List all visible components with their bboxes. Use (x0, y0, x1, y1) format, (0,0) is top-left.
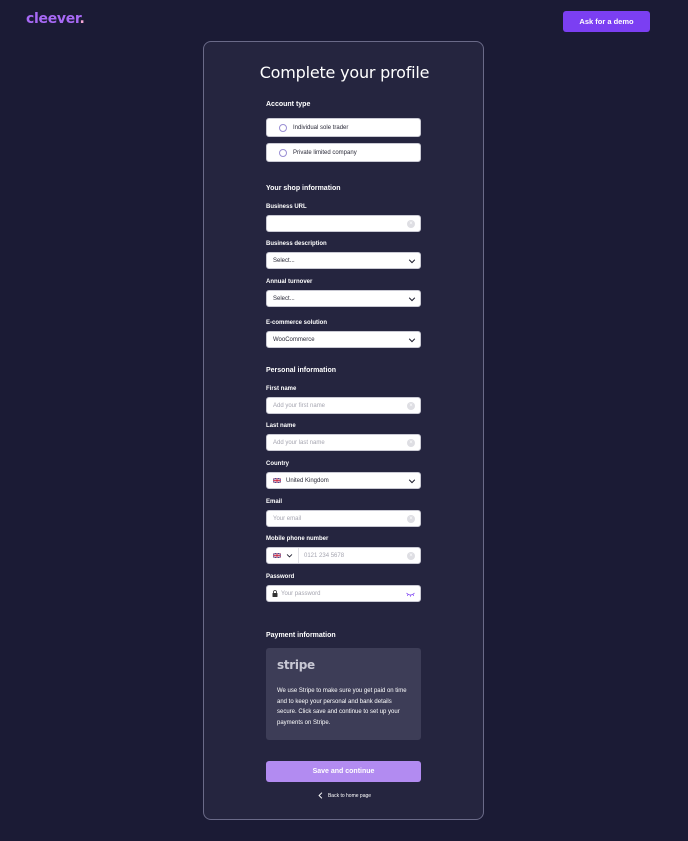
password-placeholder: Your password (281, 590, 321, 597)
radio-label: Private limited company (293, 149, 357, 156)
first-name-input[interactable]: Add your first name × (266, 397, 421, 414)
ask-for-demo-button[interactable]: Ask for a demo (563, 11, 650, 32)
clear-icon[interactable]: × (407, 220, 415, 228)
lock-icon (272, 590, 278, 597)
save-and-continue-button[interactable]: Save and continue (266, 761, 421, 782)
chevron-down-icon (408, 259, 416, 264)
profile-card: Complete your profile Account type Indiv… (203, 41, 484, 820)
country-value: United Kingdom (286, 477, 329, 484)
radio-circle[interactable] (279, 148, 287, 157)
annual-turnover-select[interactable]: Select... (266, 290, 421, 307)
page-title: Complete your profile (259, 63, 430, 82)
radio-circle[interactable] (279, 123, 287, 132)
clear-icon[interactable]: × (407, 402, 415, 410)
shop-info-heading: Your shop information (266, 185, 341, 192)
ecommerce-select[interactable]: WooCommerce (266, 331, 421, 348)
phone-country-code-select[interactable] (273, 548, 299, 563)
radio-option-limited-company[interactable]: Private limited company (266, 143, 421, 162)
last-name-label: Last name (266, 423, 296, 429)
stripe-info-box: stripe We use Stripe to make sure you ge… (266, 648, 421, 740)
uk-flag-icon (273, 478, 281, 483)
password-label: Password (266, 574, 295, 580)
phone-placeholder: 0121 234 5678 (304, 552, 345, 559)
logo[interactable]: cleever. (26, 11, 85, 27)
clear-icon[interactable]: × (407, 439, 415, 447)
radio-option-individual[interactable]: Individual sole trader (266, 118, 421, 137)
chevron-left-icon (318, 792, 323, 799)
personal-info-heading: Personal information (266, 367, 337, 374)
chevron-down-icon (408, 338, 416, 343)
annual-turnover-value: Select... (273, 295, 295, 302)
payment-info-heading: Payment information (266, 632, 336, 639)
radio-label: Individual sole trader (293, 124, 349, 131)
business-description-value: Select... (273, 257, 295, 264)
back-link-label: Back to home page (327, 792, 372, 799)
business-url-label: Business URL (266, 204, 307, 210)
logo-dot: . (79, 11, 85, 27)
first-name-placeholder: Add your first name (273, 402, 326, 409)
email-input[interactable]: Your email × (266, 510, 421, 527)
chevron-down-icon (286, 554, 293, 558)
clear-icon[interactable]: × (407, 515, 415, 523)
business-description-label: Business description (266, 241, 327, 247)
phone-label: Mobile phone number (266, 536, 329, 542)
ecommerce-value: WooCommerce (273, 336, 315, 343)
uk-flag-icon (273, 553, 281, 558)
annual-turnover-label: Annual turnover (266, 279, 313, 285)
phone-input[interactable]: 0121 234 5678 × (266, 547, 421, 564)
business-url-input[interactable]: × (266, 215, 421, 232)
email-placeholder: Your email (273, 515, 302, 522)
first-name-label: First name (266, 386, 297, 392)
chevron-down-icon (408, 479, 416, 484)
last-name-placeholder: Add your last name (273, 439, 325, 446)
country-label: Country (266, 461, 289, 467)
eye-hidden-icon[interactable] (406, 591, 415, 597)
password-input[interactable]: Your password (266, 585, 421, 602)
logo-text: cleever (26, 11, 80, 27)
business-description-select[interactable]: Select... (266, 252, 421, 269)
back-to-home-link[interactable]: Back to home page (204, 792, 485, 799)
stripe-logo: stripe (277, 658, 315, 672)
country-select[interactable]: United Kingdom (266, 472, 421, 489)
email-label: Email (266, 499, 283, 505)
account-type-heading: Account type (266, 101, 311, 108)
ecommerce-label: E-commerce solution (266, 320, 328, 326)
chevron-down-icon (408, 297, 416, 302)
last-name-input[interactable]: Add your last name × (266, 434, 421, 451)
clear-icon[interactable]: × (407, 552, 415, 560)
stripe-description: We use Stripe to make sure you get paid … (277, 688, 407, 727)
